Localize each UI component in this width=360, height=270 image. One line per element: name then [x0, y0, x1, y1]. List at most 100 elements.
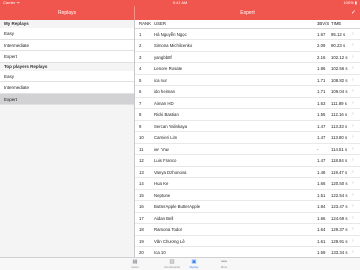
user-cell: ido heiman [154, 89, 176, 94]
table-row[interactable]: 9 Sercan Yalinkaya 1.47 113.33 s › [135, 121, 360, 132]
time-cell: 102.12 s [331, 54, 348, 60]
rank-cell: 9 [139, 123, 142, 129]
sidebar-item-easy[interactable]: Easy [0, 70, 134, 82]
time-cell: 111.89 s [331, 100, 347, 106]
time-cell: 102.56 s [331, 66, 348, 71]
user-cell: Aidan Bell [154, 215, 174, 221]
3bvs-cell: - [317, 146, 319, 152]
checkmark-icon[interactable]: ✓ [351, 6, 356, 20]
3bvs-cell: 1.71 [317, 77, 326, 83]
rank-cell: 6 [139, 89, 142, 94]
rank-cell: 4 [139, 66, 142, 71]
table-row[interactable]: 17 Aidan Bell 1.66 124.69 s › [135, 213, 360, 224]
time-cell: 129.37 s [331, 227, 348, 232]
3bvs-cell: 1.71 [317, 89, 326, 94]
time-cell: 112.16 s [331, 112, 348, 117]
time-cell: 113.33 s [331, 123, 348, 129]
table-row[interactable]: 12 Luis Franco 1.47 118.84 s › [135, 155, 360, 167]
tab-more[interactable]: ••• More [209, 258, 239, 270]
rank-cell: 7 [139, 100, 142, 106]
table-row[interactable]: 15 Neptune 1.51 122.54 s › [135, 190, 360, 201]
chevron-right-icon: › [352, 203, 354, 209]
chevron-right-icon: › [352, 42, 354, 48]
sidebar-item-expert[interactable]: Expert [0, 51, 134, 63]
tab-label: Replay [189, 265, 199, 269]
chevron-right-icon: › [352, 226, 354, 232]
3bvs-cell: 1.63 [317, 100, 326, 106]
table-row[interactable]: 4 Lenore Rosate 1.86 102.56 s › [135, 63, 360, 75]
table-row[interactable]: 3 yangbb8f 2.16 102.12 s › [135, 52, 360, 63]
3bvs-cell: 1.86 [317, 66, 326, 71]
table-row[interactable]: 18 Ramona Todor 1.64 129.37 s › [135, 224, 360, 236]
rank-cell: 1 [139, 31, 142, 37]
time-cell: 109.04 s [331, 89, 348, 94]
3bvs-cell: 1.67 [317, 31, 326, 37]
chevron-right-icon: › [352, 237, 354, 244]
tab-label: Game [131, 265, 139, 269]
table-row[interactable]: 5 ica nur 1.71 108.82 s › [135, 75, 360, 86]
table-row[interactable]: 2 Simona Michilcenko 2.09 90.23 s › [135, 40, 360, 52]
user-cell: Vanya Dzhonova [154, 169, 187, 175]
table-row[interactable]: 11 שחר ישו - 114.51 s › [135, 144, 360, 155]
rank-cell: 18 [139, 227, 144, 232]
table-row[interactable]: 13 Vanya Dzhonova 1.48 119.47 s › [135, 167, 360, 178]
user-cell: Hua Ke [154, 181, 169, 186]
rank-cell: 3 [139, 54, 142, 60]
table-row[interactable]: 20 Ica 10 1.59 133.34 s › [135, 247, 360, 257]
table-row[interactable]: 19 Văn Chương Lê 1.61 129.91 s › [135, 236, 360, 247]
time-cell: 114.51 s [331, 146, 348, 152]
user-cell: ButterApple ButterApple [154, 204, 201, 209]
user-cell: ica nur [154, 77, 167, 83]
3bvs-cell: 1.55 [317, 112, 326, 117]
sidebar-item-easy[interactable]: Easy [0, 28, 134, 40]
rank-cell: 20 [139, 250, 144, 255]
grid-icon: ▦ [132, 259, 138, 265]
time-cell: 95.12 s [331, 31, 346, 37]
table-row[interactable]: 1 Hà Nguyễn Ngọc 1.67 95.12 s › [135, 29, 360, 40]
user-cell: Ramona Todor [154, 227, 183, 232]
chevron-right-icon: › [352, 249, 354, 255]
master-nav-bar: Replays [0, 6, 135, 20]
user-cell: Neptune [154, 192, 171, 198]
table-header: RANK USER 3BV/S TIME [135, 20, 360, 29]
table-row[interactable]: 8 Ricki Bastian 1.55 112.16 s › [135, 109, 360, 121]
section-header: My Replays [4, 21, 29, 26]
user-cell: Văn Chương Lê [154, 238, 185, 244]
section-header: Top players Replays [4, 63, 48, 69]
sidebar-item-intermediate[interactable]: Intermediate [0, 39, 134, 51]
time-cell: 123.47 s [331, 204, 348, 209]
replay-icon: ▣ [191, 259, 197, 265]
user-cell: Luis Franco [154, 158, 177, 163]
table-row[interactable]: 10 Carnieri Lim 1.47 113.80 s › [135, 132, 360, 144]
user-cell: Ica 10 [154, 250, 166, 255]
time-cell: 108.82 s [331, 77, 348, 83]
user-cell: Simona Michilcenko [154, 43, 193, 48]
rank-cell: 11 [139, 146, 144, 152]
table-row[interactable]: 6 ido heiman 1.71 109.04 s › [135, 86, 360, 98]
tab-game[interactable]: ▦ Game [120, 258, 150, 270]
3bvs-cell: 1.84 [317, 204, 326, 209]
detail-nav-bar: Expert ✓ [135, 6, 360, 20]
chevron-right-icon: › [352, 168, 354, 175]
3bvs-cell: 1.59 [317, 250, 326, 255]
3bvs-cell: 1.66 [317, 215, 326, 221]
chevron-right-icon: › [352, 53, 354, 60]
3bvs-cell: 1.64 [317, 227, 326, 232]
rank-cell: 12 [139, 158, 144, 163]
time-cell: 129.91 s [331, 238, 348, 244]
table-row[interactable]: 7 Aiman HD 1.63 111.89 s › [135, 98, 360, 109]
chevron-right-icon: › [352, 99, 354, 106]
rank-cell: 2 [139, 43, 142, 48]
sidebar-item-intermediate[interactable]: Intermediate [0, 82, 134, 94]
rank-cell: 8 [139, 112, 142, 117]
sidebar-item-expert[interactable]: Expert [0, 93, 134, 105]
3bvs-cell: 1.47 [317, 135, 326, 140]
rank-cell: 19 [139, 238, 144, 244]
header-3bvs: 3BV/S [317, 21, 330, 26]
3bvs-cell: 1.48 [317, 169, 326, 175]
table-row[interactable]: 16 ButterApple ButterApple 1.84 123.47 s › [135, 201, 360, 213]
detail-title: Expert [240, 10, 255, 16]
table-row[interactable]: 14 Hua Ke 1.66 120.50 s › [135, 178, 360, 190]
more-icon: ••• [221, 259, 227, 265]
tab-replay[interactable]: ▣ Replay [179, 258, 209, 270]
